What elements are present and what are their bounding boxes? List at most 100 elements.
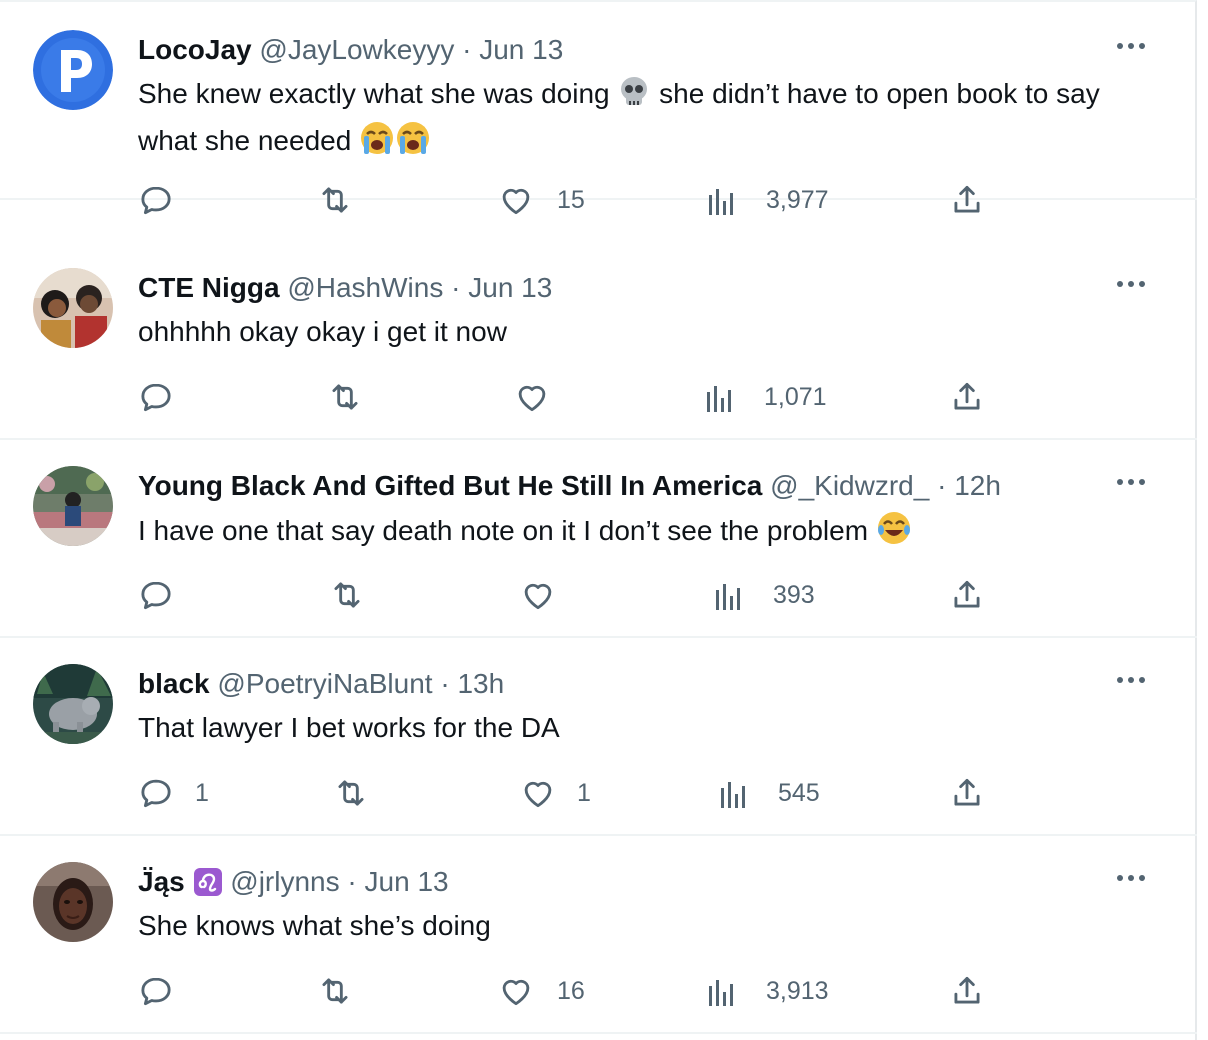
views-icon bbox=[707, 386, 731, 412]
crying-face-emoji bbox=[395, 120, 431, 167]
retweet-icon bbox=[332, 384, 358, 410]
retweet-button[interactable] bbox=[316, 971, 354, 1011]
more-icon[interactable] bbox=[1115, 36, 1147, 56]
more-icon[interactable] bbox=[1115, 670, 1147, 690]
share-icon bbox=[954, 382, 980, 410]
reply-icon bbox=[141, 779, 171, 808]
reply-icon bbox=[141, 581, 171, 610]
avatar[interactable] bbox=[33, 664, 113, 744]
view-count: 3,913 bbox=[766, 976, 829, 1005]
tweet[interactable]: CTE Nigga @HashWins · Jun 13 ohhhhh okay… bbox=[0, 242, 1197, 440]
share-icon bbox=[954, 580, 980, 608]
timeline: LocoJay @JayLowkeyyy · Jun 13 She knew e… bbox=[0, 0, 1197, 1040]
reply-button[interactable] bbox=[137, 575, 199, 615]
like-count: 1 bbox=[577, 778, 591, 807]
retweet-button[interactable] bbox=[328, 575, 366, 615]
separator: · bbox=[440, 668, 450, 699]
separator: · bbox=[451, 272, 461, 303]
avatar[interactable] bbox=[33, 268, 113, 348]
more-icon[interactable] bbox=[1115, 868, 1147, 888]
views-icon bbox=[709, 980, 733, 1006]
tweet[interactable]: black @PoetryiNaBlunt · 13h That lawyer … bbox=[0, 638, 1197, 836]
user-handle[interactable]: @jrlynns bbox=[230, 866, 339, 897]
views-button[interactable]: 3,913 bbox=[706, 971, 829, 1011]
views-icon bbox=[716, 584, 740, 610]
tweet-text: She knows what she’s doing bbox=[138, 910, 491, 941]
heart-icon bbox=[502, 188, 530, 215]
views-icon bbox=[721, 782, 745, 808]
heart-icon bbox=[524, 583, 552, 610]
user-handle[interactable]: @_Kidwzrd_ bbox=[770, 470, 929, 501]
reply-icon bbox=[141, 383, 171, 412]
views-button[interactable]: 545 bbox=[718, 773, 820, 813]
tweet[interactable]: Young Black And Gifted But He Still In A… bbox=[0, 440, 1197, 638]
retweet-icon bbox=[334, 582, 360, 608]
views-button[interactable]: 3,977 bbox=[706, 180, 829, 220]
views-button[interactable]: 1,071 bbox=[704, 377, 827, 417]
timestamp[interactable]: Jun 13 bbox=[365, 866, 449, 897]
retweet-icon bbox=[322, 978, 348, 1004]
share-button[interactable] bbox=[948, 377, 986, 417]
like-count: 15 bbox=[557, 185, 585, 214]
share-button[interactable] bbox=[948, 773, 986, 813]
avatar[interactable] bbox=[33, 466, 113, 546]
more-icon[interactable] bbox=[1115, 274, 1147, 294]
share-icon bbox=[954, 185, 980, 213]
tweet-header: CTE Nigga @HashWins · Jun 13 bbox=[138, 268, 552, 308]
timestamp[interactable]: Jun 13 bbox=[468, 272, 552, 303]
timestamp[interactable]: 12h bbox=[954, 470, 1001, 501]
like-button[interactable] bbox=[519, 575, 581, 615]
skull-emoji bbox=[617, 75, 651, 120]
retweet-button[interactable] bbox=[326, 377, 364, 417]
tweet-header: LocoJay @JayLowkeyyy · Jun 13 bbox=[138, 30, 563, 70]
share-button[interactable] bbox=[948, 180, 986, 220]
reply-icon bbox=[141, 186, 171, 215]
display-name[interactable]: CTE Nigga bbox=[138, 272, 280, 303]
reply-button[interactable] bbox=[137, 971, 199, 1011]
retweet-button[interactable] bbox=[316, 180, 354, 220]
tweet-header: J̈ąs @jrlynns · Jun 13 bbox=[138, 862, 449, 908]
display-name[interactable]: black bbox=[138, 668, 210, 699]
reply-icon bbox=[141, 977, 171, 1006]
tears-of-joy-emoji bbox=[876, 510, 912, 557]
tweet-header: black @PoetryiNaBlunt · 13h bbox=[138, 664, 504, 704]
crying-face-emoji bbox=[359, 120, 395, 167]
leo-zodiac-emoji bbox=[193, 867, 223, 908]
view-count: 3,977 bbox=[766, 185, 829, 214]
retweet-icon bbox=[338, 780, 364, 806]
share-button[interactable] bbox=[948, 971, 986, 1011]
like-button[interactable]: 16 bbox=[497, 971, 585, 1011]
like-button[interactable]: 1 bbox=[519, 773, 591, 813]
heart-icon bbox=[518, 385, 546, 412]
more-icon[interactable] bbox=[1115, 472, 1147, 492]
user-handle[interactable]: @HashWins bbox=[287, 272, 443, 303]
avatar[interactable] bbox=[33, 30, 113, 110]
separator: · bbox=[347, 866, 357, 897]
avatar[interactable] bbox=[33, 862, 113, 942]
like-button[interactable]: 15 bbox=[497, 180, 585, 220]
retweet-icon bbox=[322, 187, 348, 213]
display-name[interactable]: LocoJay bbox=[138, 34, 252, 65]
display-name[interactable]: Young Black And Gifted But He Still In A… bbox=[138, 470, 762, 501]
user-handle[interactable]: @JayLowkeyyy bbox=[259, 34, 454, 65]
retweet-button[interactable] bbox=[332, 773, 370, 813]
tweet-text: I have one that say death note on it I d… bbox=[138, 510, 1148, 557]
view-count: 393 bbox=[773, 580, 815, 609]
reply-button[interactable]: 1 bbox=[137, 773, 209, 813]
user-handle[interactable]: @PoetryiNaBlunt bbox=[217, 668, 432, 699]
like-button[interactable] bbox=[513, 377, 575, 417]
views-button[interactable]: 393 bbox=[713, 575, 815, 615]
like-count: 16 bbox=[557, 976, 585, 1005]
timestamp[interactable]: Jun 13 bbox=[479, 34, 563, 65]
view-count: 1,071 bbox=[764, 382, 827, 411]
timestamp[interactable]: 13h bbox=[457, 668, 504, 699]
tweet[interactable]: J̈ąs @jrlynns · Jun 13 She knows what sh… bbox=[0, 836, 1197, 1034]
reply-button[interactable] bbox=[137, 377, 199, 417]
reply-count: 1 bbox=[195, 778, 209, 807]
share-button[interactable] bbox=[948, 575, 986, 615]
heart-icon bbox=[502, 979, 530, 1006]
display-name[interactable]: J̈ąs bbox=[138, 866, 185, 897]
tweet-header: Young Black And Gifted But He Still In A… bbox=[138, 466, 1001, 506]
tweet[interactable]: LocoJay @JayLowkeyyy · Jun 13 She knew e… bbox=[0, 2, 1197, 215]
reply-button[interactable] bbox=[137, 180, 199, 220]
